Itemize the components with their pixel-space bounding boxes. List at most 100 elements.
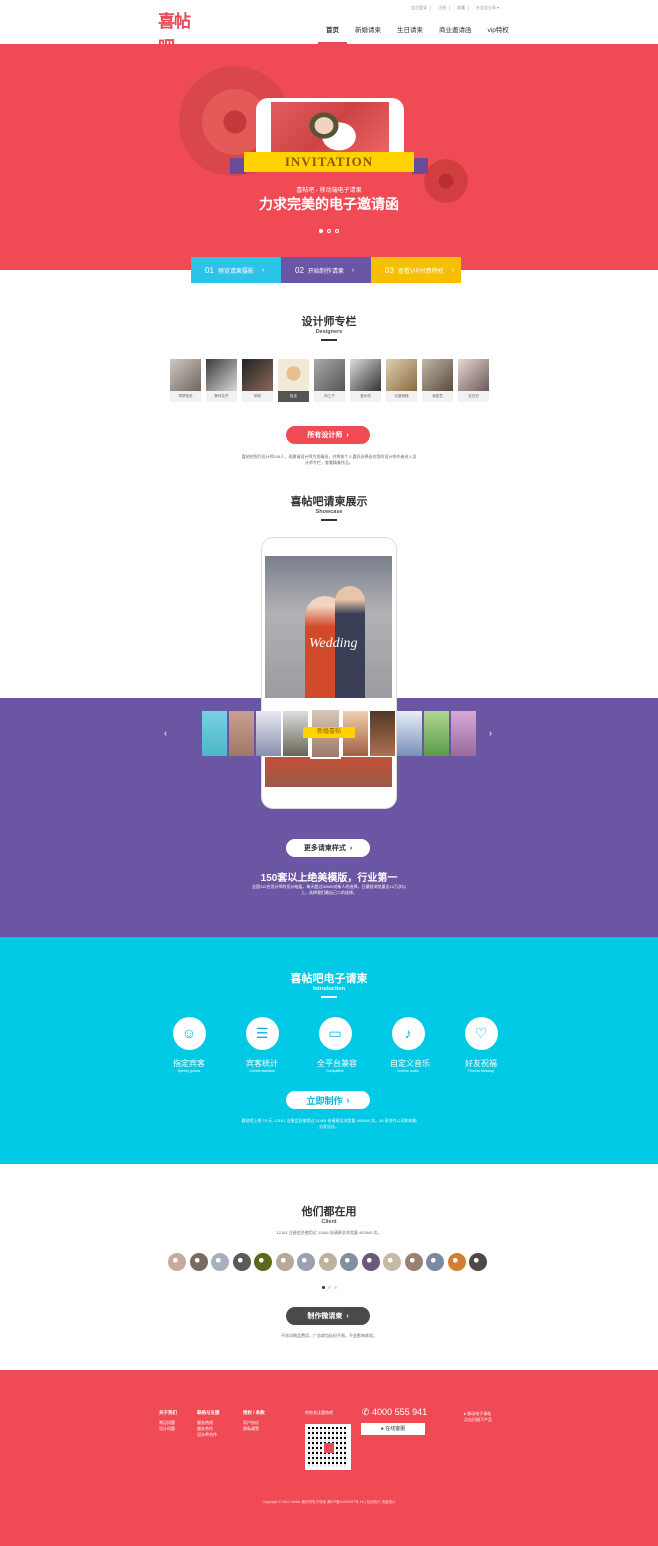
carousel-dot[interactable] xyxy=(319,229,323,233)
mobile-link[interactable]: ▸ 移动电子请帖 点击扫描下产品 xyxy=(464,1411,492,1423)
client-avatar[interactable] xyxy=(211,1253,229,1271)
client-avatar[interactable] xyxy=(404,1253,423,1271)
designer-card[interactable]: 风之子 xyxy=(314,359,345,402)
hearts-icon: ♡ xyxy=(464,1017,498,1050)
designer-card[interactable]: 长路相随 xyxy=(386,359,417,402)
client-avatar[interactable] xyxy=(254,1253,272,1271)
client-avatar[interactable] xyxy=(318,1253,337,1271)
nav-wedding[interactable]: 新婚请柬 xyxy=(347,18,389,44)
designer-card-selected[interactable]: 执念 xyxy=(278,359,309,402)
step-number: 03 xyxy=(385,265,394,275)
step-create[interactable]: 02 开始制作请柬 › xyxy=(281,257,371,283)
next-arrow-icon[interactable]: › xyxy=(489,728,492,738)
footer-link[interactable]: 隐私政策 xyxy=(243,1426,265,1432)
nav-home[interactable]: 首页 xyxy=(318,18,347,44)
client-avatar[interactable] xyxy=(426,1253,444,1271)
make-invitation-button[interactable]: 制作微请柬 › xyxy=(286,1307,370,1325)
designer-name: 琴瑟依依 xyxy=(178,394,193,398)
client-avatar[interactable] xyxy=(168,1253,186,1271)
music-icon: ♪ xyxy=(391,1017,425,1050)
footer-link[interactable]: 设计师合作 xyxy=(197,1432,220,1438)
client-avatar[interactable] xyxy=(189,1253,208,1271)
client-avatar[interactable] xyxy=(469,1253,487,1271)
prev-arrow-icon[interactable]: ‹ xyxy=(164,728,167,738)
login-link[interactable]: 会员登录 xyxy=(408,5,431,11)
site-header: 喜帖吧 会员登录 注册 收藏 社会化分享 ▾ 首页 新婚请柬 生日请柬 商业邀请… xyxy=(0,0,658,57)
more-templates-button[interactable]: 更多请柬样式 › xyxy=(286,839,370,857)
template-thumb[interactable] xyxy=(256,711,281,756)
template-thumb[interactable] xyxy=(424,711,449,756)
button-label: 在线客服 xyxy=(385,1426,406,1432)
step-vip[interactable]: 03 查看VIP付费特权 › xyxy=(371,257,461,283)
designer-card[interactable]: 我愿意 xyxy=(422,359,453,402)
carousel-dot[interactable] xyxy=(321,1286,325,1289)
client-avatar[interactable] xyxy=(275,1253,294,1271)
nav-business[interactable]: 商业邀请函 xyxy=(431,18,480,44)
designer-name: 风之子 xyxy=(324,394,335,398)
feature-subtitle: Guests statistics xyxy=(249,1069,275,1073)
section-subtitle: Client xyxy=(321,1219,337,1225)
feature-title: 自定义音乐 xyxy=(390,1059,430,1068)
share-dropdown[interactable]: 社会化分享 ▾ xyxy=(473,5,502,11)
main-nav: 首页 新婚请柬 生日请柬 商业邀请函 vip特权 xyxy=(318,18,517,44)
designer-card[interactable]: 柳林 xyxy=(242,359,273,402)
client-avatar[interactable] xyxy=(383,1253,401,1271)
hero-banner: INVITATION 喜帖吧 - 移动端电子请柬 力求完美的电子邀请函 xyxy=(0,44,658,270)
footer-col-support: 联络与支援 服务热线 服务合作 设计师合作 xyxy=(197,1410,220,1438)
carousel-dot[interactable] xyxy=(333,1286,337,1289)
qr-logo xyxy=(324,1443,334,1453)
logo[interactable]: 喜帖吧 xyxy=(158,9,192,57)
button-label: 立即制作 xyxy=(306,1095,343,1106)
designer-name: 长路相随 xyxy=(394,394,409,398)
feature-title: 指定宾客 xyxy=(173,1059,205,1068)
designer-card[interactable]: 静待花开 xyxy=(206,359,237,402)
designers-heading: 设计师专栏 Designers xyxy=(0,313,658,341)
chevron-right-icon: › xyxy=(346,1095,350,1105)
designer-card[interactable]: 爱永恒 xyxy=(350,359,381,402)
designer-card[interactable]: 琴瑟依依 xyxy=(170,359,201,402)
client-avatar[interactable] xyxy=(447,1253,466,1271)
online-service-button[interactable]: ● 在线客服 xyxy=(361,1423,425,1435)
client-avatar[interactable] xyxy=(297,1253,315,1271)
step-preview[interactable]: 01 预览请柬摄影 › xyxy=(191,257,281,283)
designer-photo xyxy=(350,359,381,391)
feature-subtitle: Custom music xyxy=(396,1069,420,1073)
steps-bar: 01 预览请柬摄影 › 02 开始制作请柬 › 03 查看VIP付费特权 › xyxy=(191,257,461,283)
template-thumb[interactable] xyxy=(202,711,227,756)
nav-birthday[interactable]: 生日请柬 xyxy=(389,18,431,44)
step-label: 查看VIP付费特权 xyxy=(397,268,444,275)
designer-photo xyxy=(278,359,309,391)
phone-icon: ✆ xyxy=(362,1407,373,1417)
carousel-dot[interactable] xyxy=(327,1286,331,1289)
designer-name: 我愿意 xyxy=(432,394,443,398)
template-thumb[interactable] xyxy=(451,711,476,756)
section-subtitle: Designers xyxy=(315,329,343,335)
client-avatar[interactable] xyxy=(232,1253,251,1271)
footer-col-terms: 授权 / 条款 用户协议 隐私政策 xyxy=(243,1410,265,1432)
create-now-button[interactable]: 立即制作 › xyxy=(286,1091,370,1109)
button-label: 更多请柬样式 xyxy=(303,845,346,852)
divider xyxy=(321,339,337,341)
chevron-right-icon: › xyxy=(351,266,355,274)
all-designers-button[interactable]: 所有设计师 › xyxy=(286,426,370,444)
carousel-dot[interactable] xyxy=(327,229,331,233)
designer-photo xyxy=(206,359,237,391)
clients-stats: 12161 注册会员使用过 11484 份请柬总浏览量 492840 次。 xyxy=(276,1230,382,1235)
showcase-heading: 喜帖吧请柬展示 Showcase xyxy=(0,493,658,521)
feature-list: ☺ 指定宾客 Specify guests ☰ 宾客统计 Guests stat… xyxy=(171,1017,499,1073)
register-link[interactable]: 注册 xyxy=(435,5,450,11)
template-thumb[interactable] xyxy=(229,711,254,756)
section-title: 喜帖吧电子请柬 xyxy=(290,973,368,985)
designer-card[interactable]: 告白范 xyxy=(458,359,489,402)
carousel-dot[interactable] xyxy=(335,229,339,233)
nav-vip[interactable]: vip特权 xyxy=(480,18,517,44)
footer-col-title: 关于我们 xyxy=(159,1410,177,1415)
client-avatar[interactable] xyxy=(340,1253,358,1271)
template-thumb[interactable] xyxy=(397,711,422,756)
designers-description: 喜帖吧签约设计师158人，现邀请设计师为您精选，并将按个人喜好选择适合您的设计师… xyxy=(241,454,417,465)
footer-link[interactable]: 设计问题 xyxy=(159,1426,177,1432)
client-avatar[interactable] xyxy=(361,1253,380,1271)
template-thumb[interactable] xyxy=(370,711,395,756)
favorite-link[interactable]: 收藏 xyxy=(454,5,469,11)
showcase-headline: 150套以上绝美模版，行业第一 xyxy=(260,873,398,884)
